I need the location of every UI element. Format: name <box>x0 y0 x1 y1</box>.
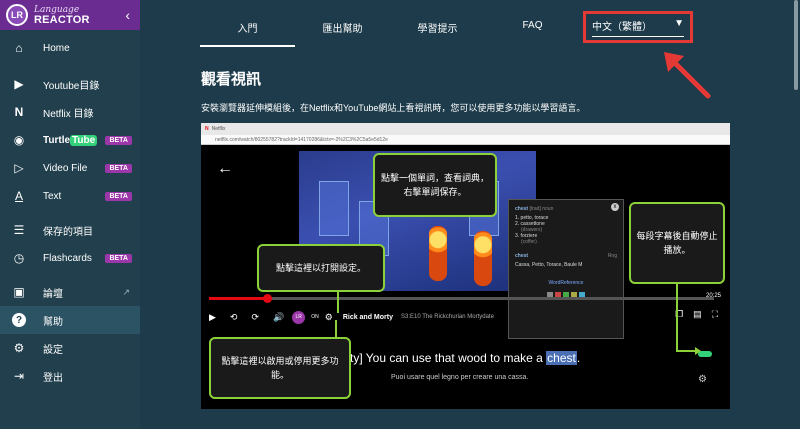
language-highlight-box: 中文（繁體） ▼ <box>583 11 693 43</box>
sidebar-item-text[interactable]: A Text BETA <box>0 182 140 210</box>
sidebar-item-home[interactable]: ⌂ Home <box>0 34 140 62</box>
external-link-icon: ↗ <box>122 286 130 297</box>
brand-header: LR Language REACTOR ‹ <box>0 0 140 30</box>
sidebar-item-youtube[interactable]: ▶ Youtube目錄 <box>0 70 140 98</box>
chevron-down-icon: ▼ <box>674 17 684 29</box>
list-icon: ☰ <box>13 223 25 237</box>
text-icon: A <box>14 189 23 203</box>
beta-badge: BETA <box>105 191 132 201</box>
page-scrollbar[interactable] <box>794 0 798 90</box>
page-title: 觀看視訊 <box>201 71 262 88</box>
logout-icon: ⇥ <box>13 369 25 383</box>
language-select[interactable]: 中文（繁體） ▼ <box>592 18 684 37</box>
netflix-screenshot: N Netflix netflix.com/watch/80255782?tra… <box>201 123 730 409</box>
video-file-icon: ▷ <box>14 161 24 175</box>
tab-learning-tips[interactable]: 學習提示 <box>390 12 485 47</box>
gear-icon: ⚙ <box>13 341 25 355</box>
sidebar-item-saved-items[interactable]: ☰ 保存的項目 <box>0 216 140 244</box>
sidebar-item-forum[interactable]: ▣ 論壇 ↗ <box>0 278 140 306</box>
help-icon: ? <box>12 313 26 327</box>
main-content: 入門 匯出幫助 學習提示 FAQ 中文（繁體） ▼ 觀看視訊 安裝瀏覽器延伸模組… <box>140 0 800 429</box>
help-tabs: 入門 匯出幫助 學習提示 FAQ <box>200 12 580 47</box>
forum-icon: ▣ <box>13 285 25 299</box>
tab-export-help[interactable]: 匯出幫助 <box>295 12 390 47</box>
beta-badge: BETA <box>105 135 132 145</box>
red-pointer-arrow-icon <box>664 52 711 99</box>
turtletube-icon: ◉ <box>13 133 25 147</box>
tab-getting-started[interactable]: 入門 <box>200 12 295 47</box>
sidebar: LR Language REACTOR ‹ ⌂ Home ▶ Youtube目錄… <box>0 0 140 429</box>
sidebar-item-logout[interactable]: ⇥ 登出 <box>0 362 140 390</box>
callout-connectors <box>335 284 701 355</box>
sidebar-item-turtletube[interactable]: ◉ Turtle Tube BETA <box>0 126 140 154</box>
youtube-icon: ▶ <box>14 77 24 91</box>
beta-badge: BETA <box>105 253 132 263</box>
collapse-sidebar-icon[interactable]: ‹ <box>125 7 130 23</box>
brand-name: Language REACTOR <box>34 5 90 26</box>
netflix-icon: N <box>14 105 24 119</box>
sidebar-item-settings[interactable]: ⚙ 設定 <box>0 334 140 362</box>
page-description: 安裝瀏覽器延伸模組後，在Netflix和YouTube網站上看視訊時，您可以使用… <box>201 103 586 113</box>
sidebar-item-netflix[interactable]: N Netflix 目錄 <box>0 98 140 126</box>
tab-faq[interactable]: FAQ <box>485 12 580 47</box>
home-icon: ⌂ <box>15 41 23 55</box>
language-reactor-logo: LR <box>6 4 28 26</box>
sidebar-nav: ⌂ Home ▶ Youtube目錄 N Netflix 目錄 ◉ Turtle… <box>0 34 140 390</box>
clock-icon: ◷ <box>13 251 25 265</box>
sidebar-item-flashcards[interactable]: ◷ Flashcards BETA <box>0 244 140 272</box>
sidebar-item-help[interactable]: ? 幫助 <box>0 306 140 334</box>
sidebar-item-video-file[interactable]: ▷ Video File BETA <box>0 154 140 182</box>
beta-badge: BETA <box>105 163 132 173</box>
